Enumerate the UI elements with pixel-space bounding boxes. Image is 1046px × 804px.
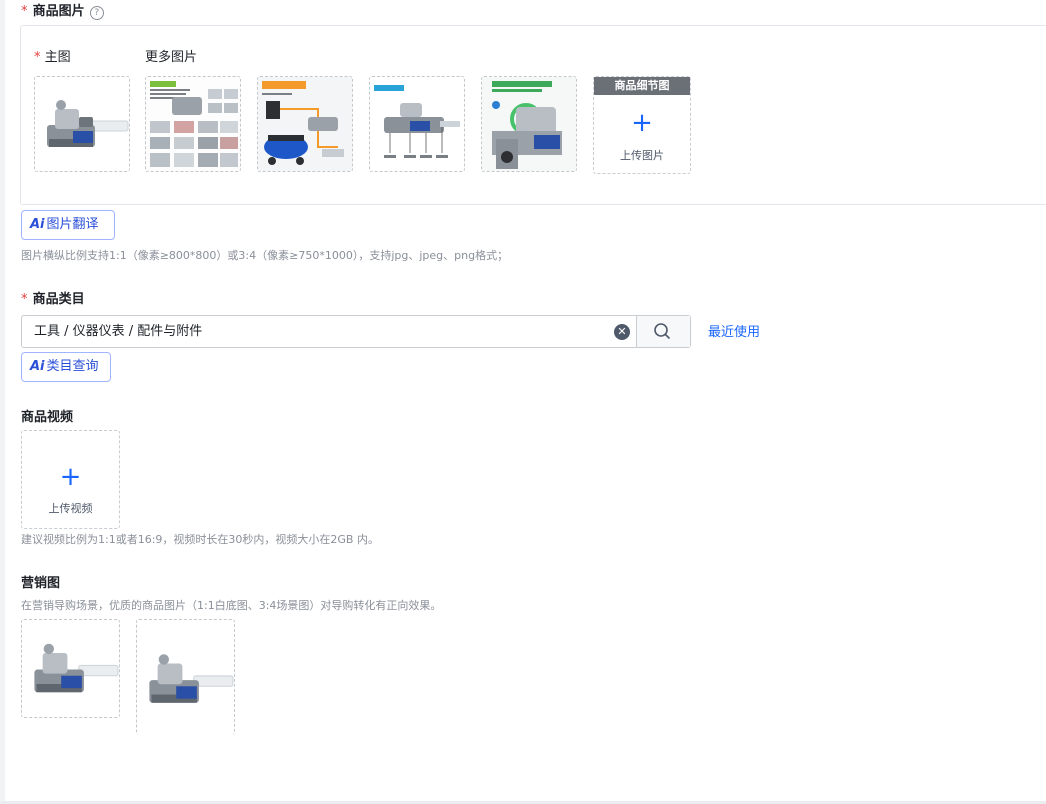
category-section-label: 商品类目 — [32, 292, 85, 307]
detail-image-header: 商品细节图 — [594, 77, 690, 95]
image-format-hint: 图片横纵比例支持1:1（像素≥800*800）或3:4（像素≥750*1000）… — [21, 249, 509, 262]
marketing-image-portrait[interactable] — [136, 619, 235, 735]
ai-category-query-label: 类目查询 — [46, 359, 99, 374]
product-image — [258, 77, 352, 171]
marketing-section-label: 营销图 — [21, 576, 61, 591]
plus-icon: + — [631, 108, 653, 138]
marketing-hint: 在营销导购场景，优质的商品图片（1:1白底图、3:4场景图）对导购转化有正向效果… — [21, 599, 442, 612]
ai-translate-button[interactable]: Ai 图片翻译 — [21, 210, 115, 240]
required-asterisk: * — [34, 50, 41, 65]
images-panel: * 主图 更多图片 商品细节图 + 上传图片 — [20, 25, 1046, 205]
product-image — [22, 620, 119, 717]
clear-icon[interactable]: ✕ — [614, 324, 630, 340]
product-image — [137, 620, 234, 735]
category-select[interactable]: 工具 / 仪器仪表 / 配件与附件 ✕ — [21, 315, 691, 348]
main-image-title: * 主图 — [34, 46, 71, 65]
upload-video-text: 上传视频 — [48, 502, 93, 515]
more-images-label: 更多图片 — [145, 50, 198, 65]
category-search-button[interactable] — [636, 316, 690, 347]
product-image — [482, 77, 576, 171]
required-asterisk: * — [21, 292, 28, 307]
more-image-thumbnail[interactable] — [145, 76, 241, 172]
category-value: 工具 / 仪器仪表 / 配件与附件 — [34, 324, 203, 339]
upload-image-text: 上传图片 — [620, 149, 664, 162]
main-image-thumbnail[interactable] — [34, 76, 130, 172]
main-image-label: 主图 — [44, 50, 71, 65]
recent-used-link[interactable]: 最近使用 — [708, 321, 760, 340]
images-section-header: * 商品图片 ? — [21, 0, 104, 20]
more-image-thumbnail[interactable] — [257, 76, 353, 172]
more-image-thumbnail[interactable] — [369, 76, 465, 172]
video-section-label: 商品视频 — [21, 410, 74, 425]
search-icon — [654, 323, 670, 339]
images-section-label: 商品图片 — [32, 4, 85, 19]
plus-icon: + — [59, 462, 82, 492]
left-edge-bar — [0, 0, 5, 804]
video-hint: 建议视频比例为1:1或者16:9，视频时长在30秒内，视频大小在2GB 内。 — [21, 533, 379, 546]
detail-image-upload[interactable]: 商品细节图 + 上传图片 — [593, 76, 691, 174]
question-circle-icon[interactable]: ? — [89, 6, 104, 20]
required-asterisk: * — [21, 4, 28, 19]
ai-icon: Ai — [30, 359, 45, 374]
ai-category-query-button[interactable]: Ai 类目查询 — [21, 352, 111, 382]
product-image — [35, 77, 129, 171]
marketing-image-square[interactable] — [21, 619, 120, 718]
more-image-thumbnail[interactable] — [481, 76, 577, 172]
product-image — [370, 77, 464, 171]
product-image — [146, 77, 240, 171]
ai-icon: Ai — [30, 217, 45, 232]
category-section-header: * 商品类目 — [21, 288, 85, 307]
video-upload[interactable]: + 上传视频 — [21, 430, 120, 529]
ai-translate-label: 图片翻译 — [46, 217, 99, 232]
